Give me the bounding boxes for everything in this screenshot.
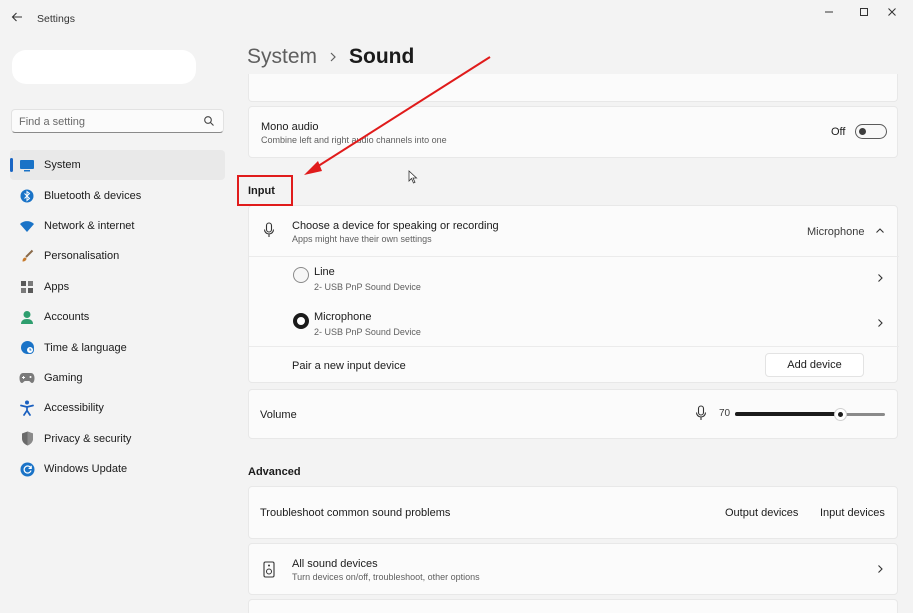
all-sound-devices-card[interactable]: All sound devices Turn devices on/off, t… xyxy=(248,543,898,595)
microphone-device-detail: 2- USB PnP Sound Device xyxy=(314,327,421,337)
microphone-radio[interactable] xyxy=(293,313,309,329)
breadcrumb: System Sound xyxy=(247,45,414,69)
volume-slider-fill xyxy=(735,412,840,416)
sidebar-item-privacy-security[interactable]: Privacy & security xyxy=(10,424,225,454)
toggle-knob xyxy=(859,128,866,135)
microphone-icon xyxy=(695,405,707,426)
selected-input-device[interactable]: Microphone xyxy=(807,226,864,238)
sidebar-item-personalisation[interactable]: Personalisation xyxy=(10,241,225,271)
sidebar-item-label: Apps xyxy=(44,280,70,293)
mono-audio-toggle[interactable] xyxy=(855,124,887,139)
sidebar-item-accessibility[interactable]: Accessibility xyxy=(10,393,225,423)
maximize-icon[interactable] xyxy=(852,4,876,22)
line-device-detail: 2- USB PnP Sound Device xyxy=(314,282,421,292)
person-icon xyxy=(19,309,35,325)
microphone-icon xyxy=(263,222,275,243)
mouse-cursor-icon xyxy=(408,170,418,184)
title-bar: Settings xyxy=(0,0,913,38)
sidebar-item-label: Windows Update xyxy=(44,463,128,476)
sidebar-item-windows-update[interactable]: Windows Update xyxy=(10,454,225,484)
input-device-card: Choose a device for speaking or recordin… xyxy=(248,205,899,383)
chevron-up-icon[interactable] xyxy=(875,226,885,236)
advanced-section-title: Advanced xyxy=(248,466,301,478)
sidebar-item-apps[interactable]: Apps xyxy=(10,272,225,302)
sidebar-item-system[interactable]: System xyxy=(10,150,225,181)
add-device-button[interactable]: Add device xyxy=(765,353,864,377)
all-sound-devices-subtitle: Turn devices on/off, troubleshoot, other… xyxy=(292,572,480,582)
chevron-right-icon[interactable] xyxy=(875,273,885,283)
volume-slider-thumb[interactable] xyxy=(834,408,847,421)
search-box[interactable] xyxy=(11,109,224,133)
line-device-name: Line xyxy=(314,266,335,278)
sidebar-item-label: Accounts xyxy=(44,311,90,324)
sidebar-item-label: Accessibility xyxy=(44,402,104,415)
page-title: Sound xyxy=(349,45,415,68)
update-icon xyxy=(19,461,35,477)
chevron-right-icon[interactable] xyxy=(875,564,885,574)
sidebar-item-label: Privacy & security xyxy=(44,432,132,445)
all-sound-devices-title: All sound devices xyxy=(292,558,378,570)
sidebar-item-label: Gaming xyxy=(44,371,83,384)
close-icon[interactable] xyxy=(880,4,904,22)
mono-audio-state-label: Off xyxy=(831,126,846,138)
user-profile-card[interactable] xyxy=(12,50,196,84)
volume-title: Volume xyxy=(260,409,297,421)
brush-icon xyxy=(19,248,35,264)
sidebar-item-label: System xyxy=(44,159,81,172)
sidebar-item-label: Bluetooth & devices xyxy=(44,189,142,202)
accessibility-icon xyxy=(19,400,35,417)
sidebar-item-bluetooth[interactable]: Bluetooth & devices xyxy=(10,180,225,210)
choose-device-title: Choose a device for speaking or recordin… xyxy=(292,220,499,232)
volume-value: 70 xyxy=(719,408,731,419)
microphone-device-name: Microphone xyxy=(314,311,372,323)
sidebar-item-time-language[interactable]: Time & language xyxy=(10,332,225,362)
choose-device-subtitle: Apps might have their own settings xyxy=(292,234,432,244)
search-icon[interactable] xyxy=(203,115,215,127)
sidebar-item-network[interactable]: Network & internet xyxy=(10,211,225,241)
mono-audio-card: Mono audio Combine left and right audio … xyxy=(248,106,898,158)
bluetooth-icon xyxy=(19,188,35,204)
mono-audio-subtitle: Combine left and right audio channels in… xyxy=(261,135,447,145)
chevron-right-icon xyxy=(329,49,337,65)
sidebar-nav: System Bluetooth & devices Network & int… xyxy=(10,150,225,484)
troubleshoot-card: Troubleshoot common sound problems Outpu… xyxy=(248,486,898,539)
output-devices-link[interactable]: Output devices xyxy=(725,507,798,519)
search-input[interactable] xyxy=(19,114,199,129)
monitor-icon xyxy=(19,157,35,173)
shield-icon xyxy=(19,431,35,447)
wifi-icon xyxy=(19,218,35,234)
mono-audio-title: Mono audio xyxy=(261,121,319,133)
gamepad-icon xyxy=(19,370,35,386)
next-setting-card xyxy=(248,599,898,613)
pair-device-title: Pair a new input device xyxy=(292,360,406,372)
sidebar-item-label: Personalisation xyxy=(44,250,120,263)
input-devices-link[interactable]: Input devices xyxy=(820,507,885,519)
speaker-icon xyxy=(263,561,275,583)
troubleshoot-title: Troubleshoot common sound problems xyxy=(260,507,451,519)
back-arrow-icon[interactable] xyxy=(9,10,25,26)
app-title: Settings xyxy=(37,13,75,25)
divider xyxy=(249,256,899,257)
chevron-right-icon[interactable] xyxy=(875,318,885,328)
breadcrumb-parent[interactable]: System xyxy=(247,45,317,69)
line-radio[interactable] xyxy=(293,267,309,283)
sidebar-item-accounts[interactable]: Accounts xyxy=(10,302,225,332)
sidebar-item-label: Time & language xyxy=(44,341,127,354)
divider xyxy=(249,346,899,347)
apps-icon xyxy=(19,279,35,295)
volume-card: Volume 70 xyxy=(248,389,898,439)
previous-setting-card xyxy=(248,74,898,102)
globe-clock-icon xyxy=(19,340,35,356)
minimize-icon[interactable] xyxy=(817,4,841,22)
annotation-highlight-box xyxy=(237,175,293,206)
sidebar-item-gaming[interactable]: Gaming xyxy=(10,363,225,393)
sidebar-item-label: Network & internet xyxy=(44,219,135,232)
